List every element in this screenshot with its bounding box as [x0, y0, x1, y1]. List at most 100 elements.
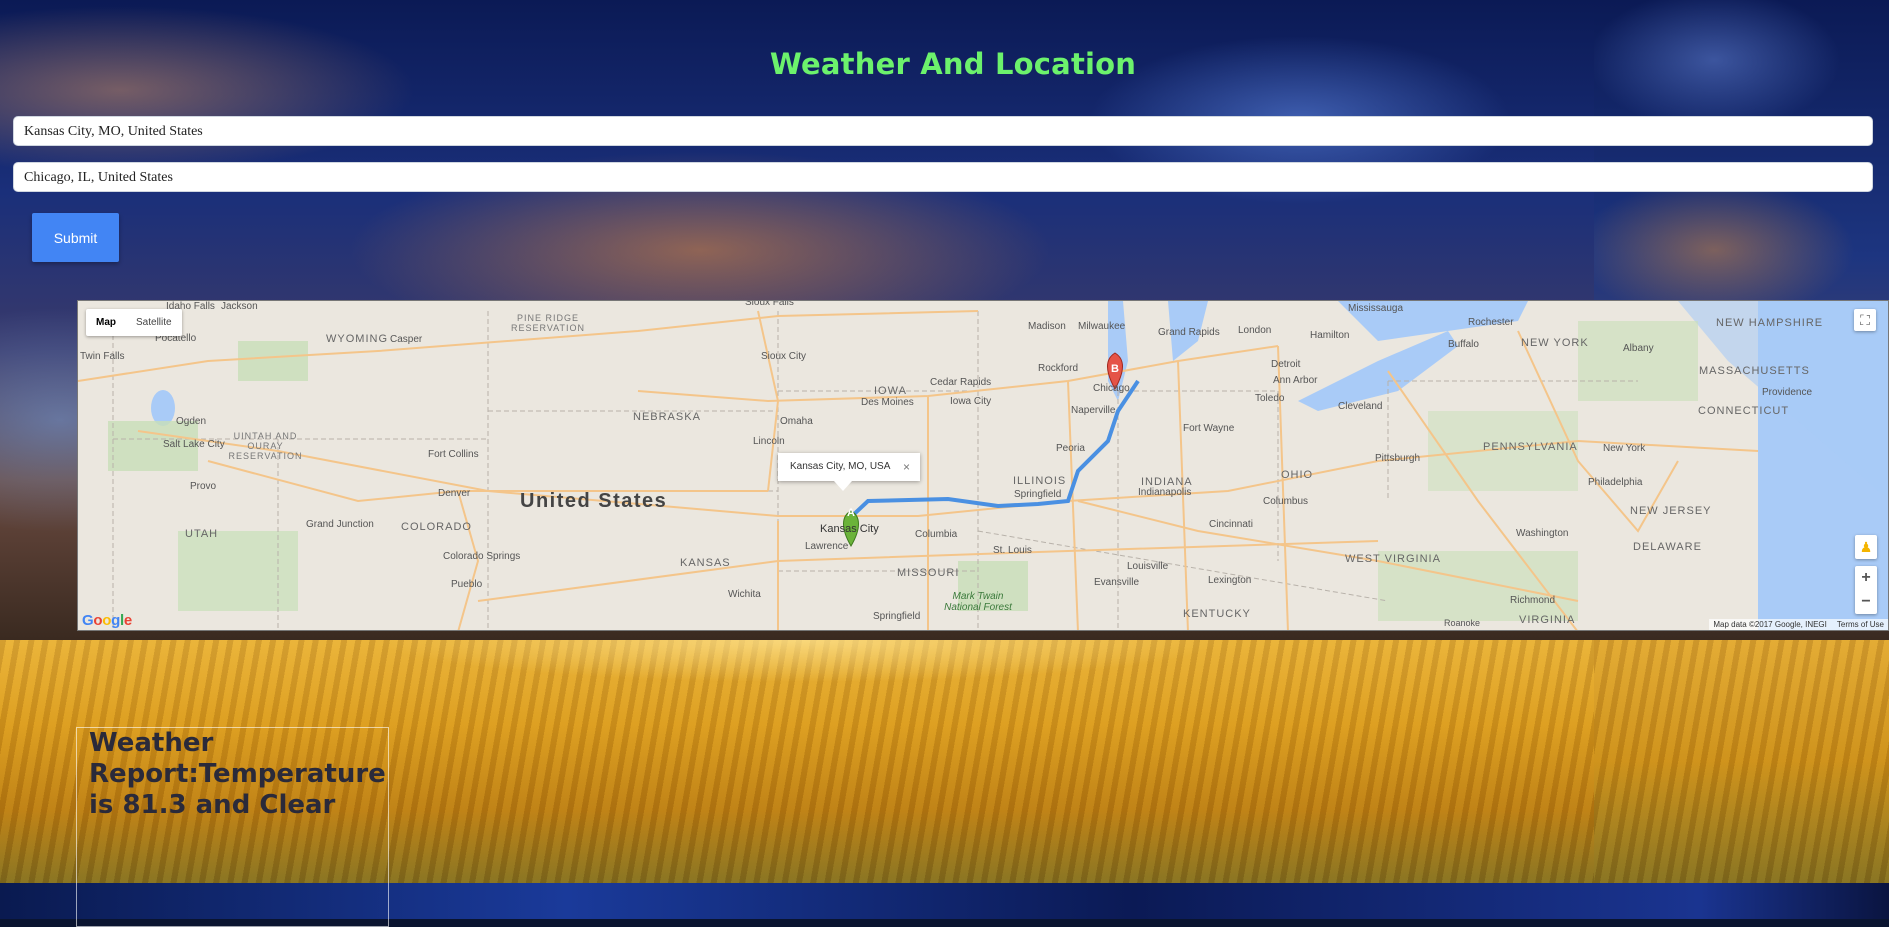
info-window: Kansas City, MO, USA ×: [778, 453, 920, 491]
state-label: DELAWARE: [1633, 541, 1702, 553]
terms-link[interactable]: Terms of Use: [1837, 620, 1884, 629]
city-label: Indianapolis: [1138, 487, 1192, 498]
zoom-control: + −: [1855, 566, 1877, 614]
city-label: Rockford: [1038, 363, 1079, 374]
park-label: UINTAH AND OURAY RESERVATION: [228, 431, 303, 461]
map-type-control: Map Satellite: [86, 309, 182, 336]
city-label: Washington: [1516, 528, 1569, 539]
city-label: Milwaukee: [1078, 321, 1126, 332]
zoom-in-button[interactable]: +: [1855, 566, 1877, 590]
state-label: NEBRASKA: [633, 411, 701, 423]
city-label: Mississauga: [1348, 303, 1404, 314]
pegman-icon[interactable]: ♟: [1855, 535, 1877, 559]
city-label: Lawrence: [805, 541, 849, 552]
city-label: Jackson: [221, 301, 258, 312]
city-label: St. Louis: [993, 545, 1032, 556]
city-label: Pueblo: [451, 579, 483, 590]
fullscreen-icon[interactable]: ⛶: [1854, 309, 1876, 331]
submit-button[interactable]: Submit: [32, 213, 119, 262]
city-label: Grand Rapids: [1158, 327, 1220, 338]
zoom-out-button[interactable]: −: [1855, 590, 1877, 614]
city-label: Denver: [438, 488, 471, 499]
city-label: Ann Arbor: [1273, 375, 1318, 386]
weather-report-panel: Weather Report:Temperature is 81.3 and C…: [76, 727, 389, 927]
state-label: NEW YORK: [1521, 337, 1589, 349]
state-label: COLORADO: [401, 521, 472, 533]
city-label: Cleveland: [1338, 401, 1383, 412]
city-label: Colorado Springs: [443, 551, 521, 562]
map-type-satellite-button[interactable]: Satellite: [126, 309, 182, 336]
info-window-text: Kansas City, MO, USA: [790, 461, 891, 472]
state-label: VIRGINIA: [1519, 614, 1576, 626]
country-label: United States: [520, 490, 668, 512]
city-label: Roanoke: [1444, 618, 1481, 628]
city-label: Salt Lake City: [163, 439, 225, 450]
map-canvas: [78, 301, 1888, 630]
city-label: Buffalo: [1448, 339, 1479, 350]
state-label: CONNECTICUT: [1698, 405, 1790, 417]
city-label: Casper: [390, 334, 423, 345]
city-label: London: [1238, 325, 1272, 336]
city-label: Toledo: [1255, 393, 1285, 404]
city-label: Springfield: [873, 611, 921, 622]
city-label: Omaha: [780, 416, 813, 427]
city-label: Pittsburgh: [1375, 453, 1421, 464]
city-label: Des Moines: [861, 397, 914, 408]
google-logo: Google: [82, 612, 132, 629]
map-type-map-button[interactable]: Map: [86, 309, 126, 336]
city-label: Naperville: [1071, 405, 1116, 416]
state-label: IOWA: [874, 385, 907, 397]
city-label: Lincoln: [753, 436, 785, 447]
city-label: Grand Junction: [306, 519, 374, 530]
state-label: NEW HAMPSHIRE: [1716, 317, 1824, 329]
state-label: WYOMING: [326, 333, 388, 345]
city-label: Sioux Falls: [745, 300, 794, 308]
city-label: Chicago: [1093, 383, 1130, 394]
city-label: Sioux City: [761, 351, 807, 362]
city-label: Wichita: [728, 589, 761, 600]
city-label: New York: [1603, 443, 1646, 454]
city-label: Rochester: [1468, 317, 1514, 328]
city-label: Kansas City: [820, 523, 879, 535]
weather-report-text: Weather Report:Temperature is 81.3 and C…: [89, 728, 386, 820]
city-label: Louisville: [1127, 561, 1169, 572]
city-label: Richmond: [1510, 595, 1556, 606]
city-label: Springfield: [1014, 489, 1062, 500]
park-label: Mark Twain National Forest: [944, 591, 1012, 613]
state-label: UTAH: [185, 528, 219, 540]
city-label: Hamilton: [1310, 330, 1350, 341]
state-label: KANSAS: [680, 557, 731, 569]
origin-input[interactable]: Kansas City, MO, United States: [13, 116, 1873, 146]
state-label: MISSOURI: [897, 567, 960, 579]
city-label: Cincinnati: [1209, 519, 1253, 530]
destination-input[interactable]: Chicago, IL, United States: [13, 162, 1873, 192]
city-label: Iowa City: [950, 396, 992, 407]
city-label: Fort Collins: [428, 449, 479, 460]
route-map[interactable]: A B WYOMING NEBRASKA IOWA COLORADO UTAH …: [77, 300, 1889, 631]
map-attribution: Map data ©2017 Google, INEGI Terms of Us…: [1709, 619, 1888, 630]
state-label: KENTUCKY: [1183, 608, 1251, 620]
city-label: Lexington: [1208, 575, 1252, 586]
city-label: Madison: [1028, 321, 1066, 332]
city-label: Ogden: [176, 416, 207, 427]
marker-b-label[interactable]: B: [1111, 363, 1119, 375]
city-label: Provo: [190, 481, 217, 492]
city-label: Peoria: [1056, 443, 1085, 454]
state-label: MASSACHUSETTS: [1699, 365, 1810, 377]
close-icon[interactable]: ×: [903, 453, 910, 481]
city-label: Providence: [1762, 387, 1813, 398]
page-title: Weather And Location: [769, 47, 1137, 82]
state-label: WEST VIRGINIA: [1345, 553, 1441, 565]
marker-a-label[interactable]: A: [847, 507, 855, 519]
city-label: Philadelphia: [1588, 477, 1643, 488]
attribution-text: Map data ©2017 Google, INEGI: [1713, 620, 1827, 629]
state-label: OHIO: [1281, 469, 1314, 481]
city-label: Columbia: [915, 529, 958, 540]
city-label: Detroit: [1271, 359, 1301, 370]
city-label: Twin Falls: [80, 351, 125, 362]
city-label: Fort Wayne: [1183, 423, 1235, 434]
state-label: PENNSYLVANIA: [1483, 441, 1578, 453]
background-field-tile: [1594, 640, 1889, 883]
park-label: PINE RIDGE RESERVATION: [510, 313, 585, 333]
city-label: Columbus: [1263, 496, 1309, 507]
